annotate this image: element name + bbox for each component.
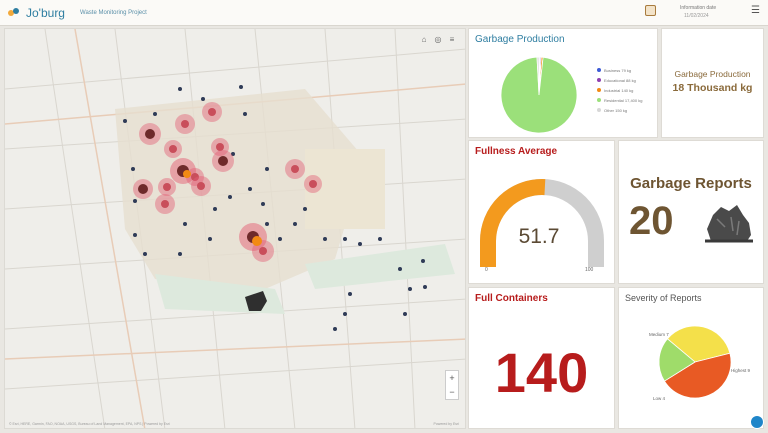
- full-containers-value: 140: [494, 341, 589, 404]
- fullness-average-card: Fullness Average 51.7 0 100: [468, 140, 615, 284]
- garbage-production-total-value: 18 Thousand kg: [672, 82, 753, 94]
- app-title: Jo'burg: [26, 6, 65, 20]
- severity-label-medium: Medium 7: [649, 332, 669, 337]
- map-credit[interactable]: Powered by Esri: [434, 422, 459, 426]
- hamburger-menu-icon[interactable]: ☰: [751, 6, 760, 16]
- full-containers-card: Full Containers 140: [468, 287, 615, 429]
- chat-bubble-icon[interactable]: [750, 415, 764, 429]
- legend-item: Other 150 kg: [597, 105, 642, 115]
- zoom-in-button[interactable]: +: [446, 371, 458, 385]
- app-subtitle: Waste Monitoring Project: [80, 10, 147, 16]
- garbage-production-title: Garbage Production: [475, 34, 565, 45]
- severity-label-low: Low 4: [653, 396, 666, 401]
- map-canvas: [5, 29, 465, 428]
- legend-label: Educational 88 kg: [604, 77, 636, 83]
- zoom-out-button[interactable]: −: [446, 385, 458, 399]
- layer-list-icon[interactable]: ≡: [447, 35, 457, 45]
- map-attribution: © Esri, HERE, Garmin, FAO, NOAA, USGS, B…: [9, 422, 170, 426]
- legend-swatch: [597, 98, 601, 102]
- basemap-icon[interactable]: ◎: [433, 35, 443, 45]
- garbage-bag-icon: [705, 205, 753, 243]
- gauge-max-label: 100: [585, 267, 594, 273]
- fullness-average-value: 51.7: [518, 225, 560, 248]
- zoom-control[interactable]: + −: [445, 370, 459, 400]
- map-toolbar: ⌂ ◎ ≡: [419, 35, 457, 45]
- legend-swatch: [597, 68, 601, 72]
- garbage-production-total-card: Garbage Production 18 Thousand kg: [661, 28, 764, 138]
- garbage-production-total-label: Garbage Production: [674, 69, 751, 79]
- home-icon[interactable]: ⌂: [419, 35, 429, 45]
- severity-card: Severity of Reports Medium 7 Highest 9 L…: [618, 287, 764, 429]
- info-title: Information date: [680, 5, 717, 11]
- legend-item: Business 79 kg: [597, 65, 642, 75]
- garbage-reports-value: 20: [629, 199, 674, 243]
- garbage-production-card: Garbage Production Business 79 kg Educat…: [468, 28, 658, 138]
- legend-swatch: [597, 108, 601, 112]
- garbage-production-legend: Business 79 kg Educational 88 kg Industr…: [597, 65, 642, 115]
- gauge-min-label: 0: [485, 267, 488, 273]
- legend-label: Residential 17,400 kg: [604, 97, 643, 103]
- map-view[interactable]: ⌂ ◎ ≡ + − © Esri, HERE, Garmin, FAO, NOA…: [4, 28, 466, 429]
- info-date: 11/02/2024: [684, 13, 709, 19]
- garbage-reports-title: Garbage Reports: [630, 175, 752, 192]
- garbage-reports-card: Garbage Reports 20: [618, 140, 764, 284]
- legend-item: Educational 88 kg: [597, 75, 642, 85]
- legend-swatch: [597, 88, 601, 92]
- legend-item: Industrial 140 kg: [597, 85, 642, 95]
- legend-label: Other 150 kg: [604, 107, 628, 113]
- logo-icon: [8, 8, 22, 18]
- legend-label: Industrial 140 kg: [604, 87, 634, 93]
- full-containers-title: Full Containers: [475, 293, 548, 304]
- legend-item: Residential 17,400 kg: [597, 95, 642, 105]
- calendar-icon[interactable]: [645, 5, 656, 16]
- garbage-production-pie[interactable]: [499, 55, 579, 135]
- legend-label: Business 79 kg: [604, 67, 632, 73]
- top-bar: Jo'burg Waste Monitoring Project Informa…: [0, 0, 768, 26]
- fullness-gauge: [480, 179, 604, 267]
- severity-title: Severity of Reports: [625, 293, 702, 303]
- legend-swatch: [597, 78, 601, 82]
- severity-label-highest: Highest 9: [731, 368, 751, 373]
